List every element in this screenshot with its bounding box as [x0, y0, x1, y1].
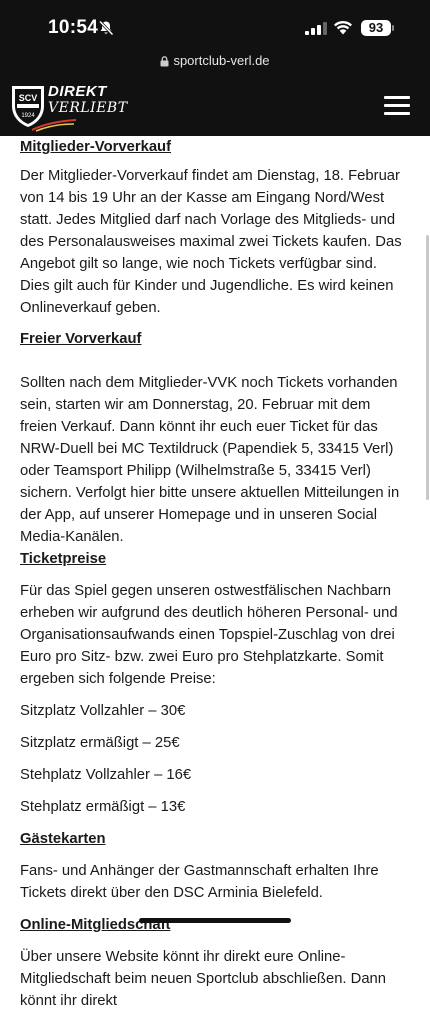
- section-heading: Mitglieder-Vorverkauf: [20, 139, 172, 155]
- battery-cap: [392, 25, 394, 31]
- svg-text:SCV: SCV: [19, 93, 38, 103]
- section-text: Sollten nach dem Mitglieder-VVK noch Tic…: [20, 375, 400, 545]
- status-bar: 10:54 93: [0, 0, 430, 48]
- price-item: Sitzplatz Vollzahler – 30€: [20, 703, 186, 719]
- url-bar[interactable]: sportclub-verl.de: [0, 48, 430, 74]
- scrollbar[interactable]: [426, 235, 429, 500]
- signal-icon: [305, 22, 327, 35]
- lock-icon: [160, 56, 169, 67]
- price-item: Sitzplatz ermäßigt – 25€: [20, 735, 180, 751]
- wifi-icon: [334, 20, 352, 35]
- home-indicator[interactable]: [139, 918, 291, 923]
- bell-muted-icon: [98, 20, 114, 36]
- logo-wordmark[interactable]: DIREKT VERLIEBT: [48, 84, 128, 117]
- section-text: Fans- und Anhänger der Gastmannschaft er…: [20, 863, 379, 901]
- url-text: sportclub-verl.de: [173, 53, 270, 68]
- section-text: Der Mitglieder-Vorverkauf findet am Dien…: [20, 168, 402, 316]
- article-content: Mitglieder-Vorverkauf Der Mitglieder-Vor…: [20, 136, 410, 1012]
- price-item: Stehplatz ermäßigt – 13€: [20, 799, 186, 815]
- section-text: Über unsere Website könnt ihr direkt eur…: [20, 949, 387, 1009]
- section-heading: Ticketpreise: [20, 551, 107, 567]
- section-heading: Freier Vorverkauf: [20, 331, 142, 347]
- status-time: 10:54: [48, 17, 99, 38]
- hamburger-menu-button[interactable]: [384, 96, 410, 116]
- logo-swoosh-decoration: [31, 119, 77, 132]
- battery-indicator: 93: [361, 20, 391, 36]
- section-text: Für das Spiel gegen unseren ostwestfälis…: [20, 583, 398, 687]
- price-item: Stehplatz Vollzahler – 16€: [20, 767, 192, 783]
- section-heading: Gästekarten: [20, 831, 106, 847]
